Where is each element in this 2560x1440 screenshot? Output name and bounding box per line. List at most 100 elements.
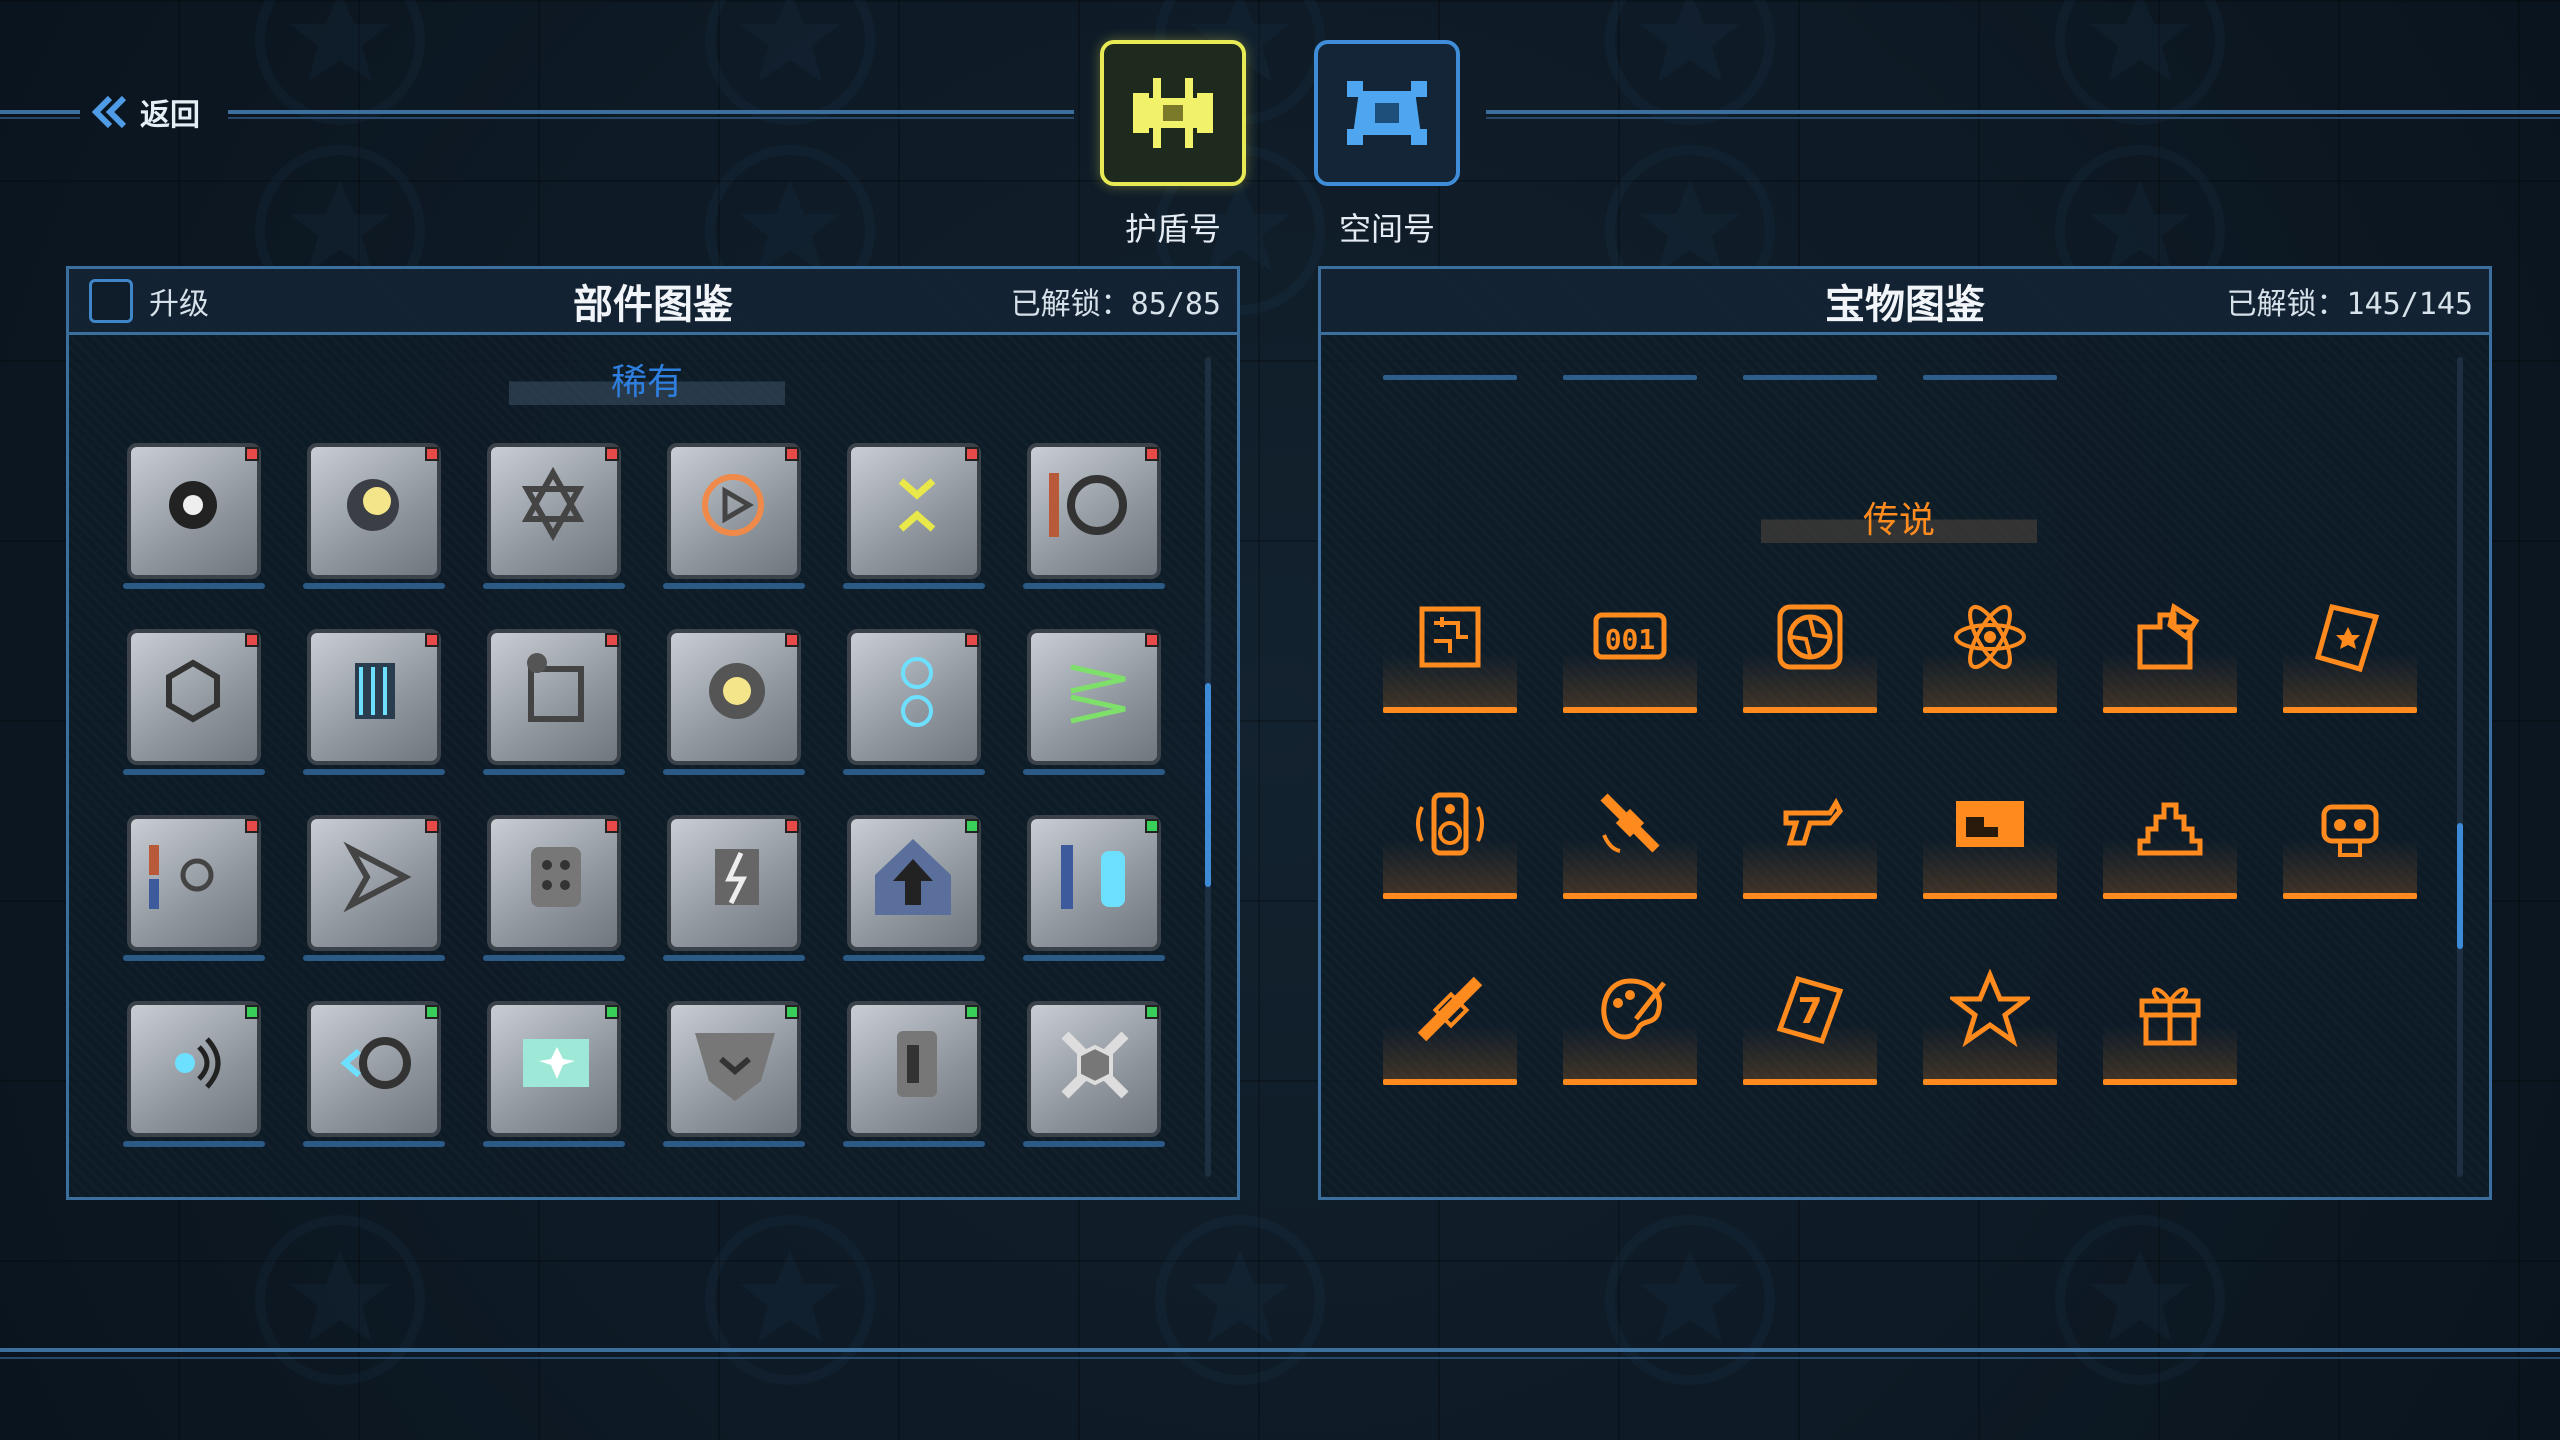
star-icon <box>1950 969 2030 1048</box>
treasure-tile[interactable] <box>2283 589 2417 713</box>
part-tile[interactable] <box>123 997 265 1147</box>
part-base <box>1023 1141 1165 1147</box>
part-tile[interactable] <box>483 439 625 589</box>
treasure-tile[interactable] <box>2103 589 2237 713</box>
back-label: 返回 <box>140 98 200 133</box>
ship-tab-shield[interactable]: 护盾号 <box>1100 40 1246 250</box>
treasure-tile[interactable] <box>2283 775 2417 899</box>
treasure-tile[interactable]: 001 <box>1563 589 1697 713</box>
treasure-faded-row <box>1383 375 1517 380</box>
sonar-part-icon <box>175 1037 221 1089</box>
part-base <box>843 955 985 961</box>
part-tile[interactable] <box>483 625 625 775</box>
part-tile[interactable] <box>1023 439 1165 589</box>
status-indicator <box>785 819 799 833</box>
part-tile[interactable] <box>483 997 625 1147</box>
treasure-tile[interactable] <box>1563 775 1697 899</box>
status-indicator <box>1145 447 1159 461</box>
part-tile[interactable] <box>303 997 445 1147</box>
parts-scroll-thumb[interactable] <box>1205 683 1211 887</box>
treasure-scroll-thumb[interactable] <box>2457 823 2463 949</box>
status-indicator <box>245 633 259 647</box>
parts-panel-header: 升级 部件图鉴 已解锁：85/85 <box>69 269 1237 335</box>
satellite-icon <box>1600 793 1660 853</box>
shield-ship-icon <box>1133 78 1213 148</box>
ship-space-label: 空间号 <box>1338 210 1435 248</box>
part-tile[interactable] <box>663 439 805 589</box>
part-tile[interactable] <box>123 439 265 589</box>
treasure-tile[interactable] <box>1923 961 2057 1085</box>
treasure-base <box>2103 893 2237 899</box>
treasure-tile[interactable] <box>1923 589 2057 713</box>
part-base <box>303 583 445 589</box>
rarity-label-legendary: 传说 <box>1761 491 2037 543</box>
back-button[interactable]: 返回 <box>92 88 200 136</box>
svg-text:001: 001 <box>1605 623 1656 656</box>
part-tile[interactable] <box>843 811 985 961</box>
part-tile[interactable] <box>843 439 985 589</box>
treasure-tile[interactable] <box>1383 775 1517 899</box>
part-tile[interactable] <box>1023 997 1165 1147</box>
parts-unlock-count: 已解锁：85/85 <box>1010 286 1221 322</box>
treasure-tile[interactable] <box>1743 775 1877 899</box>
ship-space-button[interactable] <box>1314 40 1460 186</box>
part-base <box>663 769 805 775</box>
treasure-base <box>1743 707 1877 713</box>
part-tile[interactable] <box>663 997 805 1147</box>
treasure-scrollbar[interactable] <box>2457 357 2463 1177</box>
part-tile[interactable] <box>303 625 445 775</box>
treasure-base <box>1923 1079 2057 1085</box>
treasure-codex-panel: 宝物图鉴 已解锁：145/145 传说 001 7 <box>1318 266 2492 1200</box>
status-indicator <box>245 447 259 461</box>
treasure-tile[interactable] <box>2103 961 2237 1085</box>
part-tile[interactable] <box>843 625 985 775</box>
treasure-tile[interactable] <box>1383 961 1517 1085</box>
treasure-tile[interactable] <box>1563 961 1697 1085</box>
part-tile[interactable] <box>303 439 445 589</box>
part-tile[interactable] <box>303 811 445 961</box>
treasure-tile[interactable] <box>2103 775 2237 899</box>
status-indicator <box>785 1005 799 1019</box>
part-base <box>843 583 985 589</box>
space-station-icon <box>1417 976 1483 1042</box>
treasure-faded-row <box>1563 375 1697 380</box>
side-panel-part-icon <box>897 1031 937 1097</box>
chevron-shield-part-icon <box>695 1033 775 1101</box>
part-tile[interactable] <box>123 625 265 775</box>
cog-emitter-part-icon <box>340 1037 411 1089</box>
treasure-faded-row <box>1743 375 1877 380</box>
part-base <box>663 1141 805 1147</box>
part-base <box>663 955 805 961</box>
status-indicator <box>245 1005 259 1019</box>
treasure-unlock-count: 已解锁：145/145 <box>2226 286 2473 322</box>
treasure-tile[interactable] <box>1383 589 1517 713</box>
part-tile[interactable] <box>483 811 625 961</box>
treasure-tile[interactable]: 7 <box>1743 961 1877 1085</box>
treasure-tile[interactable] <box>1743 589 1877 713</box>
gift-box-icon <box>2139 987 2201 1046</box>
part-tile[interactable] <box>1023 811 1165 961</box>
treasure-tile[interactable] <box>1923 775 2057 899</box>
ship-shield-button[interactable] <box>1100 40 1246 186</box>
part-tile[interactable] <box>843 997 985 1147</box>
status-indicator <box>1145 819 1159 833</box>
ship-tab-space[interactable]: 空间号 <box>1314 40 1460 250</box>
part-base <box>123 769 265 775</box>
part-base <box>1023 955 1165 961</box>
treasure-base <box>2283 707 2417 713</box>
part-tile[interactable] <box>663 625 805 775</box>
part-tile[interactable] <box>663 811 805 961</box>
part-tile[interactable] <box>123 811 265 961</box>
status-indicator <box>965 1005 979 1019</box>
part-tile[interactable] <box>1023 625 1165 775</box>
parts-scrollbar[interactable] <box>1205 357 1211 1177</box>
spark-cell-part-icon <box>523 1039 589 1087</box>
top-divider-left <box>0 110 80 119</box>
treasure-base <box>2103 1079 2237 1085</box>
part-base <box>843 769 985 775</box>
chevron-part-icon <box>898 478 936 532</box>
treasure-base <box>1923 707 2057 713</box>
status-indicator <box>1145 1005 1159 1019</box>
status-indicator <box>425 447 439 461</box>
rarity-label-rare: 稀有 <box>509 353 785 405</box>
